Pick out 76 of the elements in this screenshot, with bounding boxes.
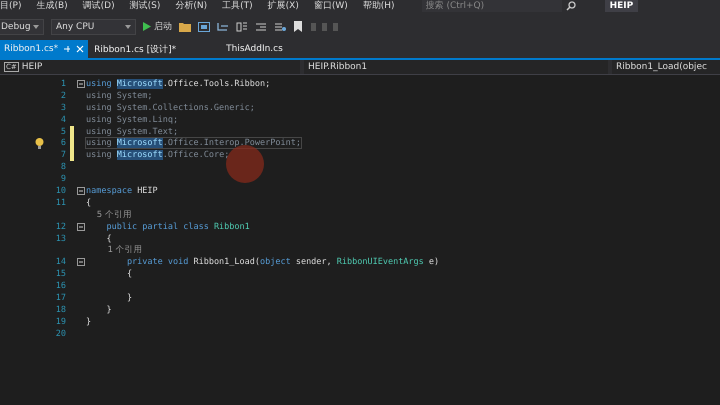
code-line: using System.Linq; — [86, 114, 178, 125]
line-number: 9 — [60, 174, 66, 184]
collapse-icon[interactable] — [77, 186, 85, 195]
line-number: 12 — [54, 222, 66, 232]
lightbulb-icon[interactable] — [35, 138, 44, 149]
code-line: using Microsoft.Office.Interop.PowerPoint; — [86, 138, 301, 148]
menu-item[interactable]: 工具(T) — [222, 0, 253, 12]
line-number: 5 — [60, 126, 66, 136]
collapse-icon[interactable] — [77, 222, 85, 231]
collapse-icon[interactable] — [77, 258, 85, 266]
line-number: 16 — [54, 281, 66, 292]
search-icon — [566, 1, 576, 11]
caret-icon — [125, 24, 131, 28]
code-line: using System; — [86, 90, 153, 101]
line-number: 10 — [54, 186, 66, 196]
code-line: } — [105, 304, 112, 315]
line-number: 7 — [60, 150, 66, 160]
line-number: 1 — [60, 78, 66, 89]
code-line: public partial class Ribbon1 — [105, 222, 250, 232]
folder-icon[interactable] — [179, 22, 191, 32]
line-number: 8 — [60, 162, 66, 172]
reference-count[interactable]: 5 个引用 — [86, 208, 132, 221]
menu-item[interactable]: 分析(N) — [175, 0, 208, 12]
menu-item[interactable]: 帮助(H) — [362, 0, 395, 12]
line-number: 17 — [54, 292, 66, 303]
line-number: 6 — [60, 138, 66, 148]
code-line: { — [86, 198, 92, 208]
configuration-dropdown[interactable]: Debug — [0, 18, 44, 34]
code-line: using Microsoft.Office.Tools.Ribbon; — [86, 78, 270, 89]
menu-item[interactable]: 生成(B) — [36, 0, 68, 12]
code-line: } — [126, 292, 132, 303]
pin-icon[interactable] — [63, 45, 72, 53]
caret-icon — [33, 24, 39, 28]
menu-item[interactable]: 测试(S) — [130, 0, 160, 12]
file-tab[interactable]: Ribbon1.cs* — [0, 40, 88, 58]
file-tab[interactable]: Ribbon1.cs [设计]* — [90, 40, 194, 58]
menu-item[interactable]: 窗口(W) — [314, 0, 348, 12]
code-line: { — [105, 234, 112, 244]
bookmark-icon[interactable] — [293, 21, 303, 32]
indent-icon[interactable] — [255, 22, 267, 32]
reference-count[interactable]: 1 个引用 — [86, 244, 143, 256]
step-icon[interactable] — [217, 22, 229, 32]
platform-dropdown[interactable]: Any CPU — [51, 18, 136, 34]
menu-item[interactable]: 扩展(X) — [268, 0, 299, 12]
click-highlight — [226, 145, 264, 183]
format-icon[interactable] — [236, 22, 248, 32]
line-number: 3 — [60, 102, 66, 113]
menu-item[interactable]: 目(P) — [0, 0, 22, 12]
line-number: 13 — [54, 234, 66, 244]
code-line: namespace HEIP — [86, 186, 158, 196]
line-number: 11 — [54, 198, 66, 208]
play-icon — [143, 22, 151, 31]
menu-item[interactable]: 调试(D) — [82, 0, 115, 12]
code-line: private void Ribbon1_Load(object sender, RibbonUIEventArgs e) — [126, 257, 440, 268]
window-icon[interactable] — [198, 22, 210, 32]
line-number: 18 — [54, 304, 66, 315]
comment-icon[interactable] — [274, 22, 286, 32]
code-line: { — [126, 269, 132, 280]
code-line: using System.Collections.Generic; — [86, 102, 255, 113]
solution-name: HEIP — [604, 0, 638, 12]
collapse-icon[interactable] — [77, 80, 85, 88]
class-dropdown[interactable]: HEIP.Ribbon1 — [304, 60, 608, 74]
line-number: 4 — [60, 114, 66, 125]
code-line: using System.Text; — [86, 126, 178, 136]
line-number: 20 — [54, 328, 66, 339]
line-number: 19 — [54, 316, 66, 327]
file-tab[interactable]: ThisAddIn.cs — [196, 40, 301, 58]
line-number: 14 — [54, 257, 66, 268]
search-field[interactable]: 搜索 (Ctrl+Q) — [422, 0, 562, 12]
member-dropdown[interactable]: Ribbon1_Load(objec — [612, 60, 720, 74]
code-line: using Microsoft.Office.Core; — [86, 150, 230, 160]
close-icon[interactable] — [76, 45, 84, 53]
start-button[interactable]: 启动 — [143, 20, 172, 33]
line-number: 2 — [60, 90, 66, 101]
code-line: } — [86, 316, 92, 327]
line-number: 15 — [54, 269, 66, 280]
